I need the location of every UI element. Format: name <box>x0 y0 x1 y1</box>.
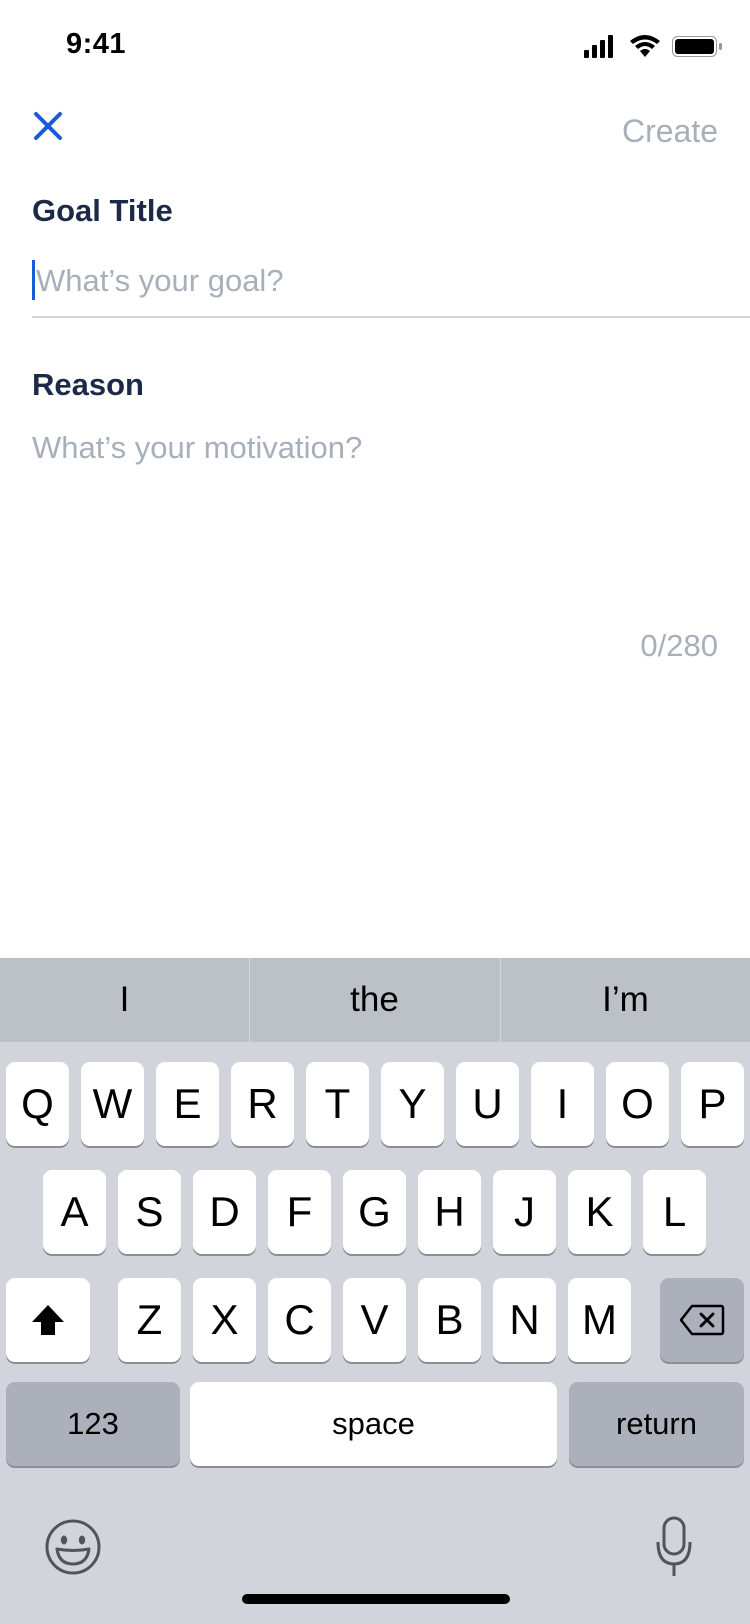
key-l[interactable]: L <box>643 1170 706 1254</box>
status-time: 9:41 <box>66 28 127 60</box>
predictive-text-bar: I the I’m <box>0 958 750 1042</box>
key-f[interactable]: F <box>268 1170 331 1254</box>
key-r[interactable]: R <box>231 1062 294 1146</box>
character-counter: 0/280 <box>640 628 718 663</box>
backspace-icon <box>679 1304 725 1336</box>
goal-title-label: Goal Title <box>32 193 173 228</box>
suggestion-3[interactable]: I’m <box>501 958 750 1042</box>
goal-input-underline <box>32 316 750 318</box>
key-x[interactable]: X <box>193 1278 256 1362</box>
key-z[interactable]: Z <box>118 1278 181 1362</box>
key-h[interactable]: H <box>418 1170 481 1254</box>
shift-key[interactable] <box>6 1278 90 1362</box>
microphone-icon <box>656 1516 692 1576</box>
key-b[interactable]: B <box>418 1278 481 1362</box>
key-n[interactable]: N <box>493 1278 556 1362</box>
home-indicator <box>242 1594 510 1604</box>
key-w[interactable]: W <box>81 1062 144 1146</box>
key-o[interactable]: O <box>606 1062 669 1146</box>
return-key[interactable]: return <box>569 1382 744 1466</box>
close-button[interactable] <box>30 108 66 144</box>
wifi-icon <box>630 35 660 57</box>
key-q[interactable]: Q <box>6 1062 69 1146</box>
space-key[interactable]: space <box>190 1382 557 1466</box>
key-g[interactable]: G <box>343 1170 406 1254</box>
key-v[interactable]: V <box>343 1278 406 1362</box>
backspace-key[interactable] <box>660 1278 744 1362</box>
key-y[interactable]: Y <box>381 1062 444 1146</box>
key-a[interactable]: A <box>43 1170 106 1254</box>
text-cursor <box>32 260 35 300</box>
reason-label: Reason <box>32 367 144 402</box>
shift-icon <box>32 1305 64 1335</box>
numbers-key[interactable]: 123 <box>6 1382 180 1466</box>
goal-title-input[interactable] <box>32 252 726 310</box>
create-button[interactable]: Create <box>622 113 718 150</box>
key-u[interactable]: U <box>456 1062 519 1146</box>
key-c[interactable]: C <box>268 1278 331 1362</box>
reason-input[interactable] <box>32 430 718 610</box>
key-m[interactable]: M <box>568 1278 631 1362</box>
keyboard: I the I’m Q W E R T Y U I O P A S D F G … <box>0 958 750 1624</box>
key-s[interactable]: S <box>118 1170 181 1254</box>
emoji-button[interactable] <box>44 1518 102 1576</box>
signal-icon <box>584 35 613 58</box>
battery-icon <box>672 36 722 57</box>
key-j[interactable]: J <box>493 1170 556 1254</box>
suggestion-1[interactable]: I <box>0 958 249 1042</box>
suggestion-2[interactable]: the <box>250 958 499 1042</box>
close-icon <box>34 112 62 140</box>
key-t[interactable]: T <box>306 1062 369 1146</box>
key-d[interactable]: D <box>193 1170 256 1254</box>
key-i[interactable]: I <box>531 1062 594 1146</box>
status-icons <box>584 35 722 58</box>
key-e[interactable]: E <box>156 1062 219 1146</box>
key-p[interactable]: P <box>681 1062 744 1146</box>
emoji-icon <box>45 1519 101 1575</box>
key-k[interactable]: K <box>568 1170 631 1254</box>
dictation-button[interactable] <box>656 1516 692 1578</box>
